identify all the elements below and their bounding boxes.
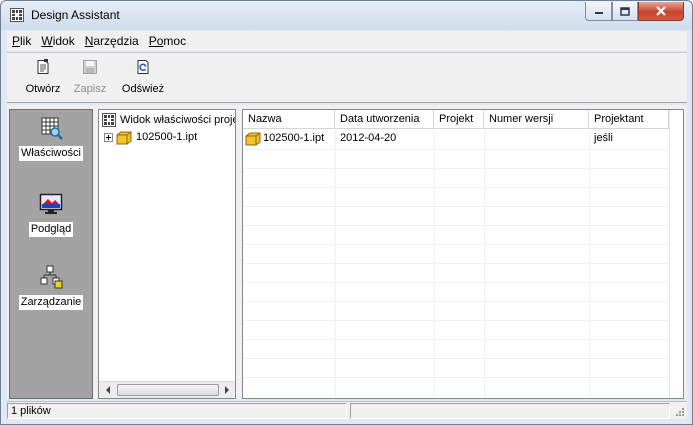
minimize-button[interactable]	[585, 2, 612, 21]
menu-pomoc-label: moc	[163, 34, 187, 48]
grid-line	[243, 377, 669, 378]
menu-narzedzia-label: arzędzia	[93, 34, 139, 48]
refresh-icon	[137, 60, 149, 74]
save-disk-icon	[83, 60, 97, 74]
menu-plik-label: lik	[20, 34, 32, 48]
main-area: Właściwości Podgląd Zarządzanie Widok wł…	[7, 105, 687, 399]
column-header-designer[interactable]: Projektant	[589, 110, 669, 129]
open-button[interactable]: Otwórz	[21, 57, 65, 99]
menu-widok-label: idok	[52, 34, 75, 48]
property-view-icon	[102, 113, 116, 127]
window-title: Design Assistant	[31, 8, 120, 22]
menu-narzedzia[interactable]: Narzędzia	[80, 34, 144, 48]
open-label: Otwórz	[25, 83, 61, 95]
column-header-revision[interactable]: Numer wersji	[484, 110, 589, 129]
nav-properties-label: Właściwości	[19, 146, 83, 161]
list-vertical-scrollbar[interactable]	[669, 110, 683, 398]
tree-horizontal-scrollbar[interactable]	[99, 381, 235, 398]
design-assistant-icon	[10, 8, 24, 22]
grid-line	[243, 187, 669, 188]
part-file-icon	[245, 132, 261, 146]
cell-revision	[484, 130, 589, 148]
save-button[interactable]: Zapisz	[70, 57, 110, 99]
refresh-button[interactable]: Odśwież	[117, 57, 169, 99]
nav-preview[interactable]: Podgląd	[10, 192, 92, 237]
save-label: Zapisz	[73, 83, 107, 95]
nav-manage-label: Zarządzanie	[18, 295, 84, 310]
column-header-created[interactable]: Data utworzenia	[335, 110, 434, 129]
property-tree[interactable]: Widok właściwości proje 102500-1.ipt	[98, 109, 236, 399]
grid-line	[243, 282, 669, 283]
tree-root-label: Widok właściwości proje	[120, 114, 236, 126]
grid-line	[243, 168, 669, 169]
expand-plus-icon[interactable]	[104, 133, 113, 142]
scroll-thumb[interactable]	[117, 384, 219, 396]
menu-pomoc[interactable]: Pomoc	[144, 34, 191, 48]
column-header-project[interactable]: Projekt	[434, 110, 484, 129]
close-button[interactable]	[638, 2, 684, 21]
grid-line	[243, 358, 669, 359]
open-document-icon	[37, 59, 49, 74]
cell-name: 102500-1.ipt	[243, 130, 335, 148]
properties-grid-icon	[41, 117, 63, 140]
status-bar: 1 plików	[7, 401, 687, 419]
status-secondary	[350, 403, 670, 419]
column-header-name[interactable]: Nazwa	[243, 110, 335, 129]
preview-monitor-icon	[39, 193, 63, 214]
grid-line	[243, 206, 669, 207]
close-icon	[656, 6, 666, 16]
nav-manage[interactable]: Zarządzanie	[10, 265, 92, 310]
table-row[interactable]: 102500-1.ipt 2012-04-20 jeśli	[243, 130, 683, 148]
toolbar: Otwórz Zapisz Odśwież	[7, 52, 687, 103]
nav-properties[interactable]: Właściwości	[10, 116, 92, 161]
menu-pomoc-mnemonic: Po	[148, 34, 164, 48]
list-header: Nazwa Data utworzenia Projekt Numer wers…	[243, 110, 683, 129]
cell-project	[434, 130, 484, 148]
maximize-button[interactable]	[612, 2, 638, 21]
grid-line	[243, 225, 669, 226]
nav-preview-label: Podgląd	[28, 222, 74, 237]
resize-grip-icon[interactable]	[674, 406, 685, 417]
menu-widok[interactable]: Widok	[36, 34, 79, 48]
cell-name-text: 102500-1.ipt	[263, 132, 325, 144]
refresh-label: Odśwież	[121, 83, 165, 95]
cell-created: 2012-04-20	[340, 132, 397, 144]
left-nav-bar: Właściwości Podgląd Zarządzanie	[9, 109, 93, 399]
grid-line	[243, 320, 669, 321]
status-file-count: 1 plików	[7, 403, 347, 419]
grid-line	[243, 263, 669, 264]
menu-widok-mnemonic: W	[41, 34, 53, 48]
tree-node-label: 102500-1.ipt	[136, 131, 198, 143]
part-file-icon	[116, 131, 132, 145]
title-bar[interactable]: Design Assistant	[1, 1, 692, 30]
scroll-right-arrow-icon[interactable]	[218, 382, 235, 398]
scroll-left-arrow-icon[interactable]	[99, 382, 116, 398]
manage-hierarchy-icon	[40, 265, 63, 289]
app-window: Design Assistant Plik Widok Narzędzia Po…	[0, 0, 693, 425]
grid-line	[243, 149, 669, 150]
menu-plik-mnemonic: P	[12, 34, 21, 48]
file-list[interactable]: Nazwa Data utworzenia Projekt Numer wers…	[242, 109, 684, 399]
minimize-icon	[594, 12, 603, 14]
menu-bar: Plik Widok Narzędzia Pomoc	[7, 31, 687, 51]
menu-plik[interactable]: Plik	[7, 34, 36, 48]
maximize-icon	[620, 6, 630, 16]
grid-line	[243, 301, 669, 302]
cell-designer: jeśli	[594, 132, 613, 144]
grid-line	[243, 244, 669, 245]
grid-line	[243, 339, 669, 340]
